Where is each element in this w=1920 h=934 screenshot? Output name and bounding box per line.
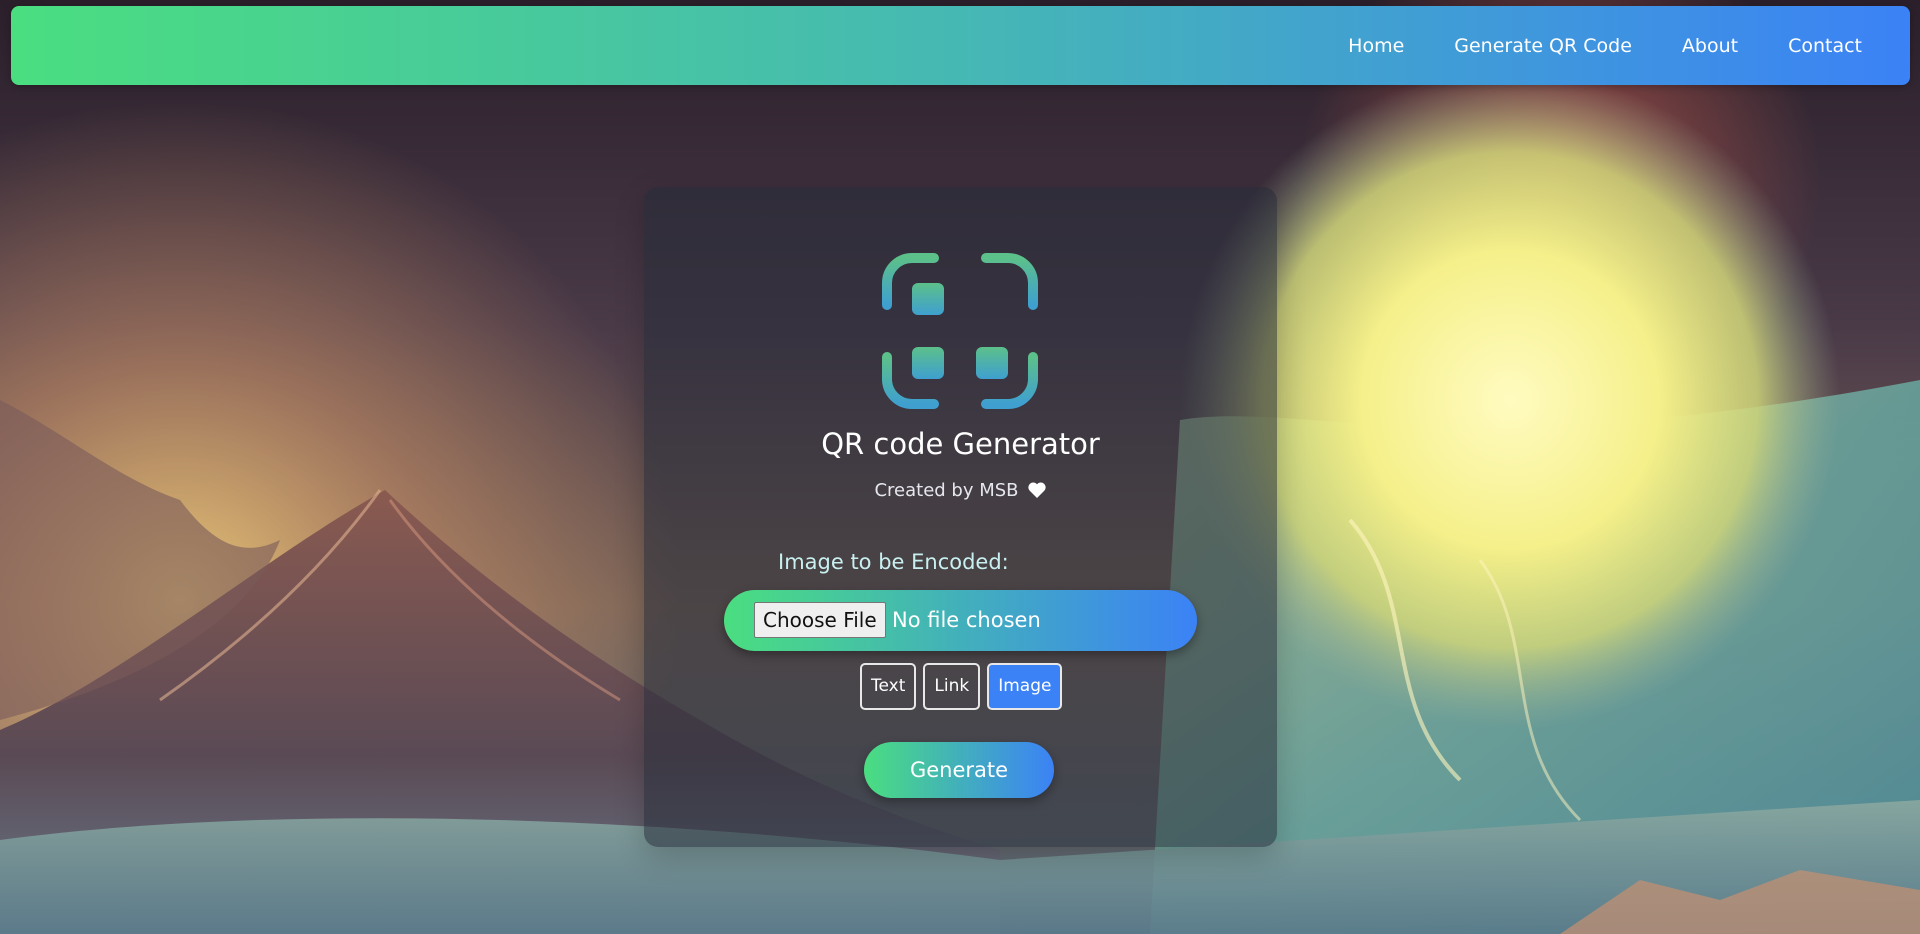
nav-link-about[interactable]: About xyxy=(1682,35,1738,57)
type-button-text[interactable]: Text xyxy=(860,663,917,710)
heart-icon xyxy=(1027,482,1046,498)
nav-link-generate-qr-code[interactable]: Generate QR Code xyxy=(1454,35,1632,57)
encode-type-selector: Text Link Image xyxy=(860,663,1063,710)
field-label: Image to be Encoded: xyxy=(778,550,1009,574)
qr-generator-card: QR code Generator Created by MSB Image t… xyxy=(644,187,1277,847)
nav-link-contact[interactable]: Contact xyxy=(1788,35,1862,57)
nav-link-home[interactable]: Home xyxy=(1348,35,1404,57)
type-button-image[interactable]: Image xyxy=(987,663,1063,710)
file-input: Choose File No file chosen xyxy=(724,590,1197,651)
page-title: QR code Generator xyxy=(821,427,1100,461)
credit-line: Created by MSB xyxy=(644,480,1277,501)
credit-text: Created by MSB xyxy=(874,480,1019,501)
generate-button[interactable]: Generate xyxy=(864,742,1054,798)
file-status-text: No file chosen xyxy=(892,608,1041,632)
nav-links: Home Generate QR Code About Contact xyxy=(1348,6,1862,85)
top-navbar: Home Generate QR Code About Contact xyxy=(11,6,1910,85)
qr-scan-icon xyxy=(882,253,1038,409)
type-button-link[interactable]: Link xyxy=(923,663,981,710)
choose-file-button[interactable]: Choose File xyxy=(754,602,886,638)
